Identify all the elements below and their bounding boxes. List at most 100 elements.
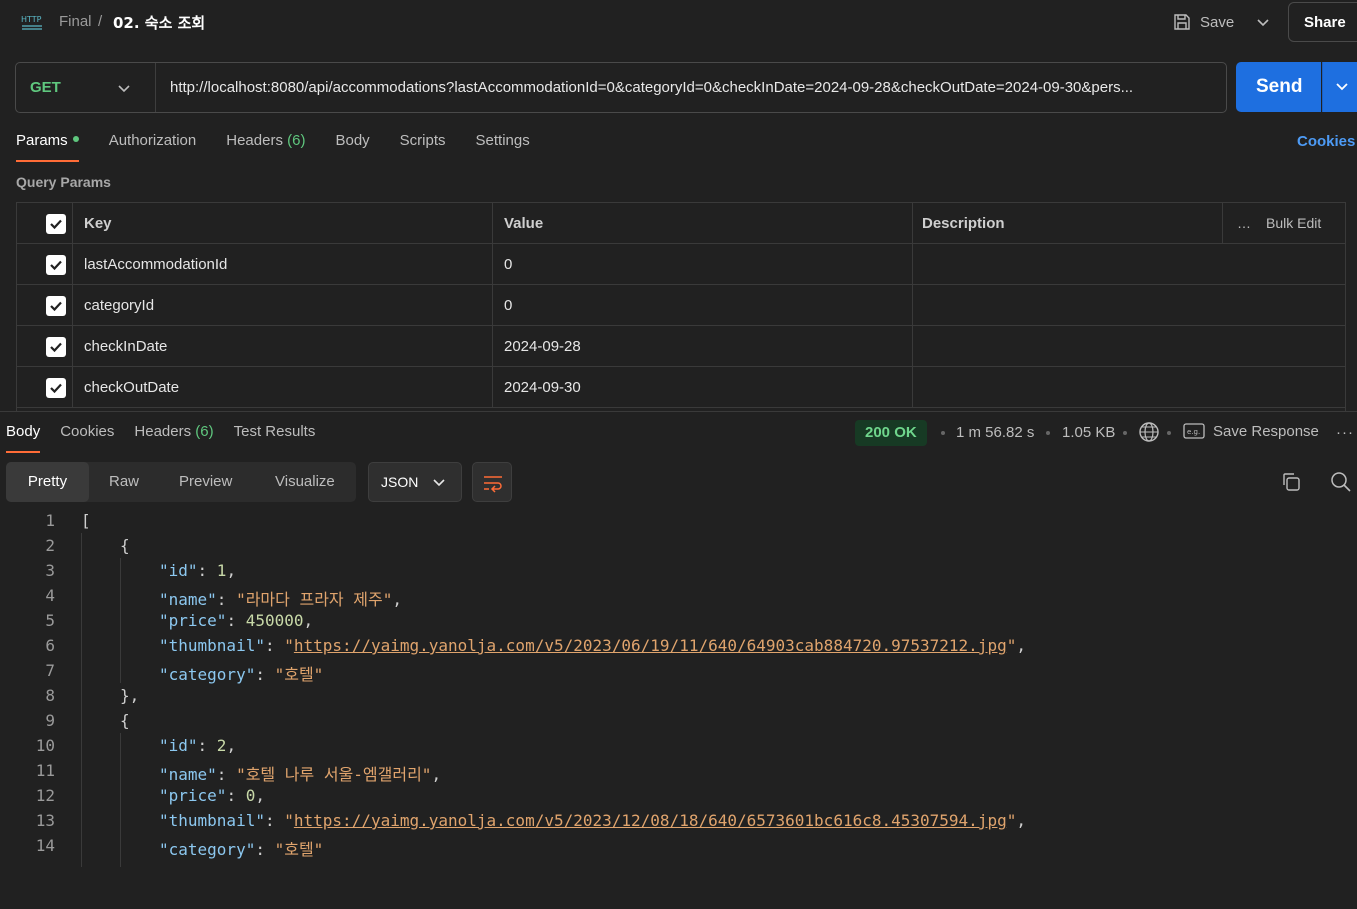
param-key[interactable]: checkOutDate xyxy=(84,379,179,396)
code-line: 1 [ xyxy=(45,511,91,530)
param-checkbox[interactable] xyxy=(46,255,66,275)
tab-authorization[interactable]: Authorization xyxy=(109,132,197,162)
bulk-edit-button[interactable]: … Bulk Edit xyxy=(1223,203,1321,244)
param-description[interactable] xyxy=(913,326,1345,367)
code-line: 9 { xyxy=(45,711,130,730)
separator-dot xyxy=(1046,431,1050,435)
more-icon: … xyxy=(1237,215,1252,231)
save-options-chevron-icon[interactable] xyxy=(1252,8,1274,36)
separator-dot xyxy=(1123,431,1127,435)
code-line: 8 }, xyxy=(45,686,140,705)
table-row: categoryId 0 xyxy=(17,285,1345,326)
send-options-chevron-icon[interactable] xyxy=(1322,62,1357,112)
save-label: Save xyxy=(1200,13,1235,31)
wrap-lines-icon xyxy=(482,472,504,494)
param-value[interactable]: 0 xyxy=(504,297,512,314)
url-divider xyxy=(155,63,156,112)
param-checkbox[interactable] xyxy=(46,378,66,398)
param-description[interactable] xyxy=(913,244,1345,285)
param-key[interactable]: checkInDate xyxy=(84,338,167,355)
method-select[interactable]: GET xyxy=(30,79,61,96)
view-preview-button[interactable]: Preview xyxy=(179,462,232,502)
response-time[interactable]: 1 m 56.82 s xyxy=(956,424,1034,441)
svg-text:e.g.: e.g. xyxy=(1187,428,1200,436)
chevron-down-icon xyxy=(431,475,447,491)
request-tabs: Params Authorization Headers (6) Body Sc… xyxy=(16,132,560,162)
more-options-icon[interactable]: ··· xyxy=(1336,424,1354,441)
table-row: lastAccommodationId 0 xyxy=(17,244,1345,285)
param-value[interactable]: 0 xyxy=(504,256,512,273)
param-description[interactable] xyxy=(913,367,1345,408)
response-headers-count: (6) xyxy=(195,423,214,440)
cookies-link[interactable]: Cookies xyxy=(1297,133,1355,150)
tab-body[interactable]: Body xyxy=(335,132,369,162)
status-badge[interactable]: 200 OK xyxy=(855,420,927,446)
code-line: 10 "id": 2, xyxy=(35,736,237,755)
param-value[interactable]: 2024-09-28 xyxy=(504,338,581,355)
param-value[interactable]: 2024-09-30 xyxy=(504,379,581,396)
param-checkbox[interactable] xyxy=(46,337,66,357)
breadcrumb-separator: / xyxy=(98,13,103,30)
view-raw-button[interactable]: Raw xyxy=(109,462,139,502)
globe-icon[interactable] xyxy=(1138,421,1160,443)
column-description: Description xyxy=(922,215,1005,232)
code-line: 7 "category": "호텔" xyxy=(45,661,324,684)
tab-settings[interactable]: Settings xyxy=(476,132,530,162)
request-title[interactable]: 02. 숙소 조회 xyxy=(113,12,205,33)
param-description[interactable] xyxy=(913,285,1345,326)
code-line: 5 "price": 450000, xyxy=(45,611,314,630)
url-bar: GET http://localhost:8080/api/accommodat… xyxy=(15,62,1227,113)
copy-icon[interactable] xyxy=(1280,471,1302,493)
format-select[interactable]: JSON xyxy=(368,462,462,502)
headers-count: (6) xyxy=(287,132,306,149)
separator-dot xyxy=(1167,431,1171,435)
params-active-dot xyxy=(72,136,79,143)
tab-params[interactable]: Params xyxy=(16,132,79,162)
query-params-title: Query Params xyxy=(16,174,111,190)
thumbnail-link[interactable]: https://yaimg.yanolja.com/v5/2023/12/08/… xyxy=(294,811,1007,830)
send-button[interactable]: Send xyxy=(1236,62,1321,112)
code-line: 14 "category": "호텔" xyxy=(35,836,324,859)
param-key[interactable]: categoryId xyxy=(84,297,154,314)
search-icon[interactable] xyxy=(1330,471,1352,493)
response-body-viewer[interactable]: 1 [ 2 { 3 "id": 1, 4 "name": "라마다 프라자 제주… xyxy=(0,508,1357,867)
tab-response-body[interactable]: Body xyxy=(6,423,41,453)
table-header-row: Key Value Description … Bulk Edit xyxy=(17,203,1345,244)
tab-response-cookies[interactable]: Cookies xyxy=(60,423,114,453)
code-line: 4 "name": "라마다 프라자 제주", xyxy=(45,586,402,609)
top-bar: HTTP Final / 02. 숙소 조회 Save Share xyxy=(0,0,1357,44)
select-all-checkbox[interactable] xyxy=(46,214,66,234)
pane-resize-handle[interactable] xyxy=(0,411,1357,412)
save-button[interactable]: Save xyxy=(1172,8,1234,36)
column-value: Value xyxy=(504,215,544,232)
response-size[interactable]: 1.05 KB xyxy=(1062,424,1115,441)
view-mode-selector: Pretty Raw Preview Visualize xyxy=(6,462,356,502)
code-line: 6 "thumbnail": "https://yaimg.yanolja.co… xyxy=(45,636,1026,655)
tab-response-headers[interactable]: Headers (6) xyxy=(134,423,213,453)
example-icon: e.g. xyxy=(1183,422,1205,440)
thumbnail-link[interactable]: https://yaimg.yanolja.com/v5/2023/06/19/… xyxy=(294,636,1007,655)
code-line: 11 "name": "호텔 나루 서울-엠갤러리", xyxy=(35,761,442,784)
url-input[interactable]: http://localhost:8080/api/accommodations… xyxy=(170,79,1218,96)
save-icon xyxy=(1172,12,1192,32)
column-key: Key xyxy=(84,215,112,232)
param-key[interactable]: lastAccommodationId xyxy=(84,256,227,273)
param-checkbox[interactable] xyxy=(46,296,66,316)
view-visualize-button[interactable]: Visualize xyxy=(275,462,335,502)
view-pretty-button[interactable]: Pretty xyxy=(6,462,89,502)
table-row: checkInDate 2024-09-28 xyxy=(17,326,1345,367)
tab-scripts[interactable]: Scripts xyxy=(400,132,446,162)
code-line: 12 "price": 0, xyxy=(35,786,265,805)
table-row: checkOutDate 2024-09-30 xyxy=(17,367,1345,408)
response-tabs: Body Cookies Headers (6) Test Results xyxy=(6,423,335,453)
breadcrumb-collection[interactable]: Final xyxy=(59,13,92,30)
tab-test-results[interactable]: Test Results xyxy=(234,423,316,453)
share-button[interactable]: Share xyxy=(1288,2,1357,42)
save-response-button[interactable]: e.g. Save Response xyxy=(1183,422,1319,440)
chevron-down-icon[interactable] xyxy=(116,80,132,96)
http-icon: HTTP xyxy=(20,12,44,32)
tab-headers[interactable]: Headers (6) xyxy=(226,132,305,162)
code-line: 2 { xyxy=(45,536,130,555)
wrap-lines-button[interactable] xyxy=(472,462,512,502)
svg-text:HTTP: HTTP xyxy=(21,15,42,24)
